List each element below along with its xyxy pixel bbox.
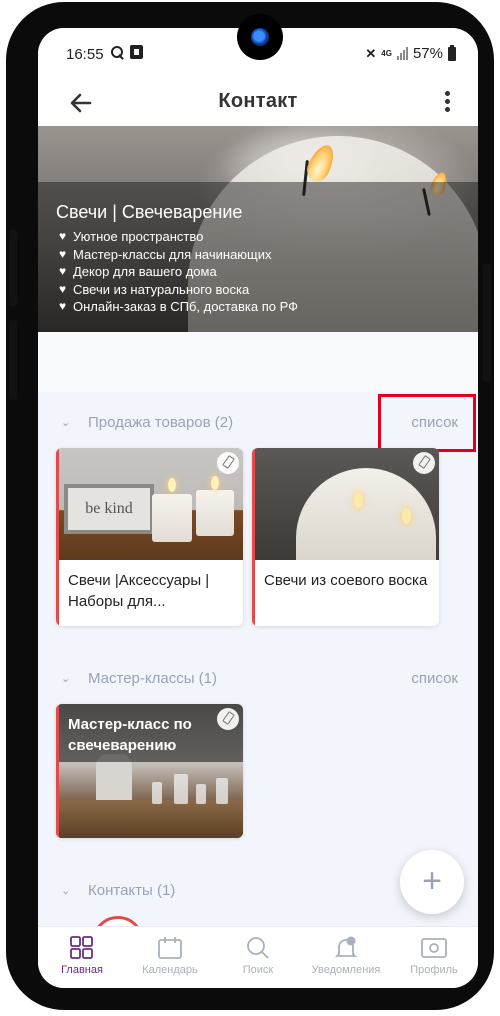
nav-calendar[interactable]: Календарь — [126, 935, 214, 976]
add-button[interactable]: + — [400, 850, 464, 914]
profile-card-icon — [390, 935, 478, 961]
heart-icon: ♥ — [58, 299, 67, 313]
nav-label: Главная — [61, 964, 103, 976]
battery-icon — [448, 44, 456, 61]
screen: 16:55 ✕ 4G 57% Контакт Свечи | Свечеваре… — [38, 28, 478, 988]
nav-search[interactable]: Поиск — [214, 935, 302, 976]
nav-home[interactable]: Главная — [38, 935, 126, 976]
card-image: be kind — [56, 448, 243, 560]
hero-line: ♥ Мастер-классы для начинающих — [56, 246, 298, 264]
plus-icon: + — [422, 862, 442, 900]
spacer — [38, 332, 478, 392]
volume-down-button — [9, 320, 17, 400]
card-title: Свечи |Аксессуары | Наборы для... — [68, 572, 210, 610]
chevron-down-icon[interactable]: ⌄ — [61, 416, 70, 429]
hero-line: ♥ Онлайн-заказ в СПб, доставка по РФ — [56, 298, 298, 316]
product-card[interactable]: be kind Свечи |Аксессуары | Наборы для..… — [56, 448, 243, 626]
page-title: Контакт — [218, 90, 298, 112]
phone-frame: 16:55 ✕ 4G 57% Контакт Свечи | Свечеваре… — [6, 2, 494, 1010]
heart-icon: ♥ — [58, 246, 67, 261]
section-header-workshops[interactable]: ⌄ Мастер-классы (1) список — [38, 668, 478, 692]
app-bar: Контакт — [38, 80, 478, 126]
hero-title: Свечи | Свечеварение — [56, 202, 243, 222]
section-title: Продажа товаров (2) — [88, 414, 234, 431]
bottom-navigation: Главная Календарь Поиск Уведомления Проф… — [38, 926, 478, 988]
highlight-annotation — [378, 394, 476, 452]
nav-label: Уведомления — [311, 964, 381, 976]
volume-up-button — [9, 230, 17, 306]
hero-line: ♥ Свечи из натурального воска — [56, 281, 298, 299]
search-notification-icon — [110, 45, 124, 59]
network-type: 4G — [381, 48, 392, 58]
pin-icon[interactable] — [217, 708, 239, 730]
nav-label: Календарь — [142, 964, 198, 976]
card-title: Свечи из соевого воска — [264, 572, 428, 589]
status-time: 16:55 — [66, 46, 104, 63]
workshop-card[interactable]: Мастер-класс по свечеварению — [56, 704, 243, 838]
chevron-down-icon[interactable]: ⌄ — [61, 672, 70, 685]
product-card[interactable]: Свечи из соевого воска — [252, 448, 439, 626]
signal-icon — [396, 47, 408, 60]
card-title: Мастер-класс по свечеварению — [68, 716, 192, 754]
nav-label: Профиль — [410, 964, 458, 976]
list-view-link[interactable]: список — [411, 670, 458, 687]
search-icon — [214, 935, 302, 961]
pin-icon[interactable] — [413, 452, 435, 474]
section-title: Мастер-классы (1) — [88, 670, 217, 687]
card-image — [252, 448, 439, 560]
section-title: Контакты (1) — [88, 882, 176, 899]
card-image: Мастер-класс по свечеварению — [56, 704, 243, 838]
grid-icon — [38, 935, 126, 961]
hero-line: ♥ Уютное пространство — [56, 228, 298, 246]
hero-banner: Свечи | Свечеварение ♥ Уютное пространств… — [38, 126, 478, 332]
pin-icon[interactable] — [217, 452, 239, 474]
bell-icon — [302, 935, 390, 961]
power-button — [483, 264, 491, 382]
front-camera — [237, 14, 283, 60]
hero-line: ♥ Декор для вашего дома — [56, 263, 298, 281]
nav-profile[interactable]: Профиль — [390, 935, 478, 976]
app-notification-icon — [130, 45, 143, 59]
battery-percent: 57% — [412, 45, 443, 62]
heart-icon: ♥ — [58, 229, 67, 243]
chevron-down-icon[interactable]: ⌄ — [61, 884, 70, 897]
nav-label: Поиск — [242, 964, 274, 976]
heart-icon: ♥ — [58, 281, 67, 296]
nav-notifications[interactable]: Уведомления — [302, 935, 390, 976]
more-vertical-icon[interactable] — [442, 88, 452, 116]
heart-icon: ♥ — [58, 264, 67, 278]
be-kind-sign: be kind — [64, 484, 154, 534]
calendar-icon — [126, 935, 214, 961]
mute-icon: ✕ — [365, 45, 377, 61]
